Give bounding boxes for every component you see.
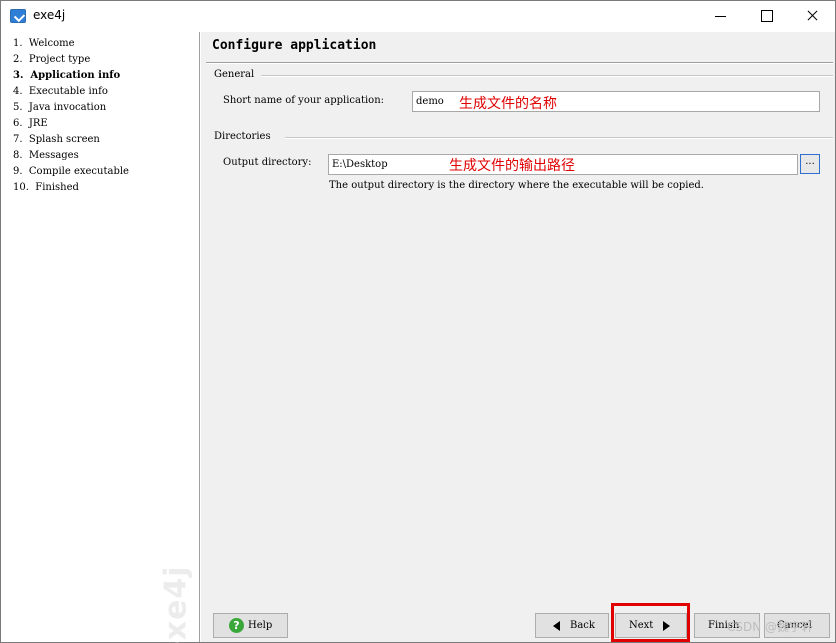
output-directory-annotation: 生成文件的输出路径 (449, 158, 575, 174)
step-compile-executable: 9. Compile executable (13, 166, 129, 177)
directories-group-line (285, 137, 833, 139)
step-welcome: 1. Welcome (13, 38, 75, 49)
help-button[interactable]: ? Help (213, 613, 288, 638)
step-finished: 10. Finished (13, 182, 79, 193)
maximize-icon[interactable] (743, 1, 789, 31)
exe4j-app-icon (10, 9, 26, 23)
short-name-label: Short name of your application: (223, 95, 385, 106)
step-jre: 6. JRE (13, 118, 48, 129)
csdn-watermark: CSDN @魏宇轩 (727, 620, 814, 634)
exe4j-window: exe4j 1. Welcome 2. Project type 3. Appl… (0, 0, 836, 643)
wizard-steps-panel: 1. Welcome 2. Project type 3. Applicatio… (2, 32, 200, 643)
back-button[interactable]: Back (535, 613, 609, 638)
title-bar: exe4j (1, 1, 835, 31)
output-directory-label: Output directory: (223, 157, 312, 168)
back-button-label: Back (570, 620, 595, 631)
step-project-type: 2. Project type (13, 54, 91, 65)
step-application-info: 3. Application info (13, 70, 121, 81)
step-java-invocation: 5. Java invocation (13, 102, 107, 113)
step-splash-screen: 7. Splash screen (13, 134, 100, 145)
title-separator (206, 62, 833, 64)
general-group-line (261, 75, 833, 77)
arrow-left-icon (553, 621, 560, 631)
minimize-icon[interactable] (697, 1, 743, 31)
content-panel: Configure application General Short name… (201, 32, 835, 642)
directories-group-label: Directories (214, 131, 275, 142)
window-title: exe4j (33, 8, 66, 22)
next-highlight-box (611, 603, 690, 642)
page-title: Configure application (212, 38, 377, 53)
short-name-annotation: 生成文件的名称 (459, 96, 557, 112)
general-group-label: General (214, 69, 259, 80)
step-messages: 8. Messages (13, 150, 79, 161)
close-icon[interactable] (789, 1, 835, 31)
exe4j-watermark: exe4j (158, 565, 194, 643)
help-icon: ? (229, 618, 244, 633)
output-directory-hint: The output directory is the directory wh… (329, 180, 704, 191)
help-button-label: Help (248, 620, 273, 631)
step-executable-info: 4. Executable info (13, 86, 108, 97)
browse-button[interactable]: ... (800, 154, 820, 174)
